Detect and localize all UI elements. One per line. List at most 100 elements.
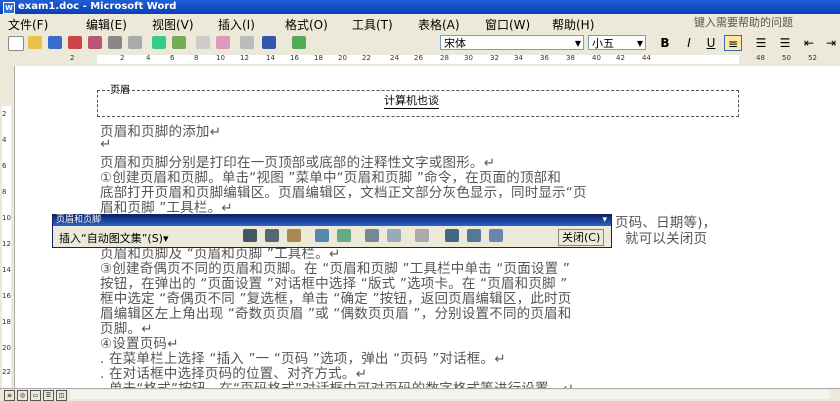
decrease-indent-icon[interactable]: ⇤: [800, 35, 818, 51]
body-line[interactable]: 眉和页脚 ”工具栏。↵: [100, 196, 233, 216]
ruler-number: 16: [290, 54, 299, 62]
close-header-footer-button[interactable]: 关闭(C): [558, 229, 605, 246]
ruler-number: 20: [338, 54, 347, 62]
ruler-number: 20: [2, 344, 11, 352]
font-name-value: 宋体: [444, 37, 466, 50]
insert-page-number-icon[interactable]: [243, 229, 257, 242]
ruler-number: 12: [240, 54, 249, 62]
ruler-number: 52: [808, 54, 817, 62]
menu-file[interactable]: 文件(F): [8, 16, 48, 33]
ruler-number: 26: [414, 54, 423, 62]
email-icon[interactable]: [88, 36, 102, 49]
underline-button[interactable]: U: [702, 35, 720, 51]
body-line-fragment[interactable]: 就可以关闭页: [625, 227, 707, 247]
font-size-value: 小五: [592, 37, 614, 50]
ruler-number: 12: [2, 240, 11, 248]
menu-edit[interactable]: 编辑(E): [86, 16, 127, 33]
page-setup-icon[interactable]: [365, 229, 379, 242]
header-text[interactable]: 计算机也谈: [384, 92, 439, 109]
spelling-icon[interactable]: [152, 36, 166, 49]
ruler-number: 8: [194, 54, 199, 62]
research-icon[interactable]: [172, 36, 186, 49]
bullet-list-icon[interactable]: ☰: [776, 35, 794, 51]
ruler-number: 40: [592, 54, 601, 62]
ruler-number: 10: [216, 54, 225, 62]
print-preview-icon[interactable]: [128, 36, 142, 49]
switch-header-footer-icon[interactable]: [445, 229, 459, 242]
insert-date-icon[interactable]: [315, 229, 329, 242]
ruler-number: 34: [514, 54, 523, 62]
permission-icon[interactable]: [68, 36, 82, 49]
ruler-number: 44: [642, 54, 651, 62]
menu-format[interactable]: 格式(O): [285, 16, 328, 33]
italic-button[interactable]: I: [680, 35, 698, 51]
menu-tools[interactable]: 工具(T): [352, 16, 393, 33]
format-painter-icon[interactable]: [240, 36, 254, 49]
window-title: exam1.doc - Microsoft Word: [18, 1, 177, 12]
toolbar-title-text: 页眉和页脚: [56, 215, 102, 225]
increase-indent-icon[interactable]: ⇥: [822, 35, 840, 51]
ruler-number: 10: [2, 214, 11, 222]
menu-window[interactable]: 窗口(W): [485, 16, 530, 33]
same-as-previous-icon[interactable]: [415, 229, 429, 242]
view-bar: ≡ ◎ ▭ ☰ ◫: [0, 388, 840, 401]
ruler-number: 18: [314, 54, 323, 62]
vertical-ruler[interactable]: 2 4 6 8 10 12 14 16 18 20 22: [0, 66, 15, 388]
chevron-down-icon[interactable]: ▾: [602, 215, 607, 226]
save-icon[interactable]: [48, 36, 62, 49]
ruler-number: 14: [266, 54, 275, 62]
ruler-number: 2: [120, 54, 125, 62]
web-layout-icon[interactable]: ◎: [17, 390, 28, 401]
ruler-number: 36: [540, 54, 549, 62]
menu-table[interactable]: 表格(A): [418, 16, 460, 33]
menu-insert[interactable]: 插入(I): [218, 16, 255, 33]
normal-view-icon[interactable]: ≡: [4, 390, 15, 401]
font-name-select[interactable]: 宋体 ▼: [440, 35, 584, 50]
show-next-icon[interactable]: [489, 229, 503, 242]
ruler-number: 14: [2, 266, 11, 274]
body-line[interactable]: 眉编辑区左上角出现 “奇数页页眉 ”或 “偶数页页眉 ”，分别设置不同的页眉和: [100, 302, 571, 322]
cut-icon[interactable]: [196, 36, 210, 49]
show-previous-icon[interactable]: [467, 229, 481, 242]
chevron-down-icon: ▼: [636, 39, 643, 48]
body-line[interactable]: 页眉和页脚的添加↵: [100, 120, 221, 140]
insert-time-icon[interactable]: [337, 229, 351, 242]
toolbar-title[interactable]: 页眉和页脚 ▾: [53, 215, 611, 226]
ruler-number: 2: [70, 54, 75, 62]
menu-help[interactable]: 帮助(H): [552, 16, 594, 33]
print-icon[interactable]: [108, 36, 122, 49]
ruler-number: 22: [362, 54, 371, 62]
bold-button[interactable]: B: [656, 35, 674, 51]
ruler-number: 4: [2, 136, 7, 144]
ruler-number: 28: [440, 54, 449, 62]
insert-page-count-icon[interactable]: [265, 229, 279, 242]
open-folder-icon[interactable]: [28, 36, 42, 49]
print-layout-icon[interactable]: ▭: [30, 390, 41, 401]
hyperlink-icon[interactable]: [292, 36, 306, 49]
ruler-number: 38: [566, 54, 575, 62]
ruler-number: 18: [2, 318, 11, 326]
header-footer-toolbar[interactable]: 页眉和页脚 ▾ 插入“自动图文集”(S)▾ 关闭(C): [52, 214, 612, 248]
format-page-number-icon[interactable]: [287, 229, 301, 242]
reading-layout-icon[interactable]: ◫: [56, 390, 67, 401]
new-document-icon[interactable]: [8, 36, 24, 51]
body-line[interactable]: ↵: [100, 136, 112, 152]
outline-view-icon[interactable]: ☰: [43, 390, 54, 401]
help-search-input[interactable]: 键入需要帮助的问题: [690, 15, 840, 31]
undo-icon[interactable]: [262, 36, 276, 49]
paste-icon[interactable]: [216, 36, 230, 49]
align-justify-icon[interactable]: ≡: [724, 35, 742, 51]
chevron-down-icon: ▼: [574, 39, 581, 48]
show-hide-text-icon[interactable]: [387, 229, 401, 242]
ruler-number: 2: [2, 110, 7, 118]
numbered-list-icon[interactable]: ☰: [752, 35, 770, 51]
ruler-number: 8: [2, 188, 7, 196]
horizontal-ruler[interactable]: 2 2 4 6 8 10 12 14 16 18 20 22 24 26 28 …: [0, 53, 840, 67]
horizontal-scrollbar[interactable]: [70, 390, 830, 399]
font-size-select[interactable]: 小五 ▼: [588, 35, 646, 50]
word-app-icon: W: [3, 2, 15, 14]
menu-view[interactable]: 视图(V): [152, 16, 194, 33]
ruler-number: 4: [146, 54, 151, 62]
insert-autotext-button[interactable]: 插入“自动图文集”(S)▾: [59, 230, 168, 246]
toolbar: 宋体 ▼ 小五 ▼ B I U ≡ ☰ ☰ ⇤ ⇥: [0, 33, 840, 54]
